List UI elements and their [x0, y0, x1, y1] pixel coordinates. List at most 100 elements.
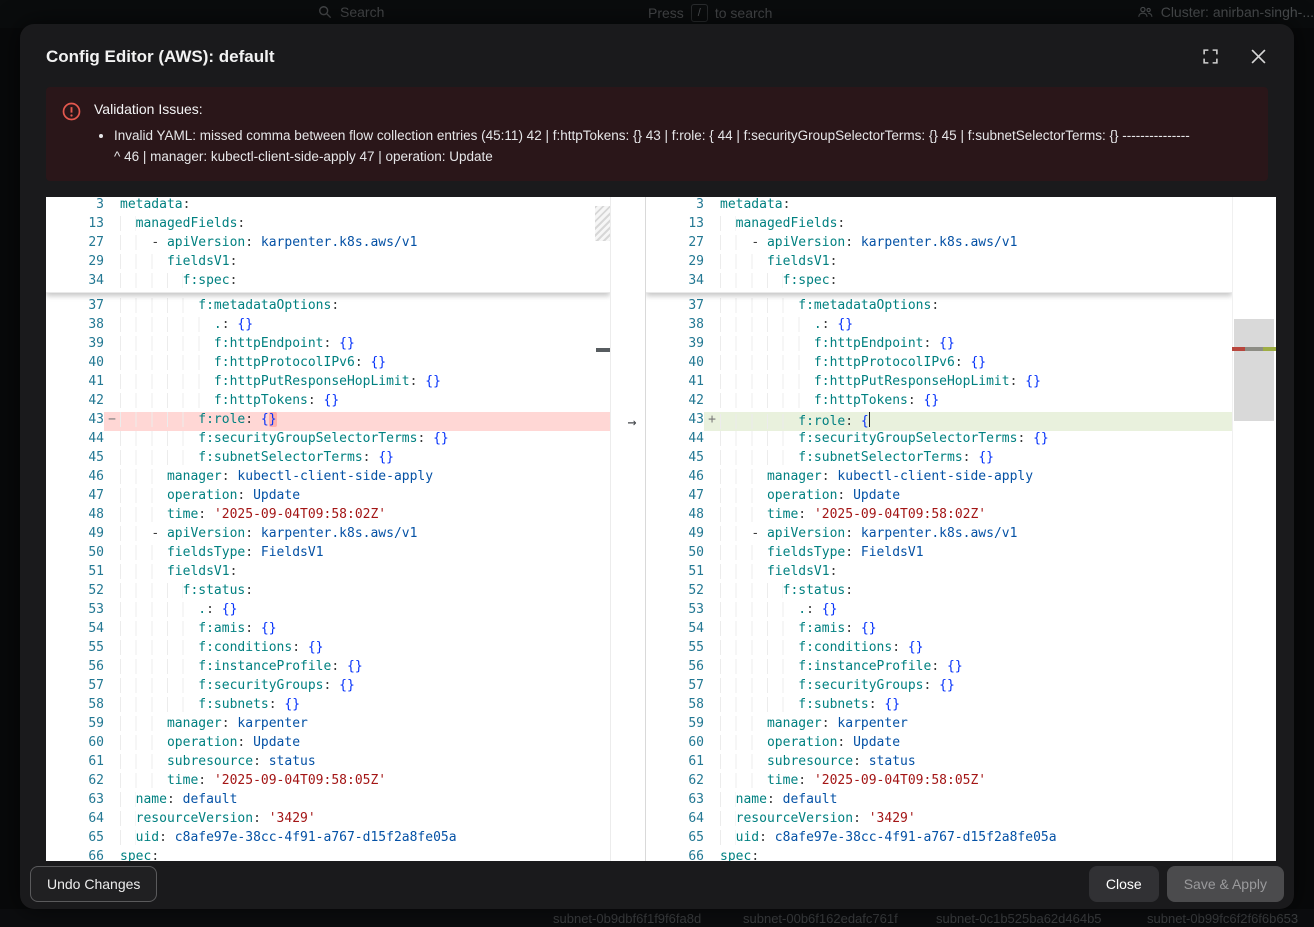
- line-code[interactable]: f:role: {: [720, 412, 870, 431]
- code-line[interactable]: 47 operation: Update: [46, 488, 610, 507]
- line-code[interactable]: managedFields:: [720, 216, 845, 235]
- line-number[interactable]: 44: [646, 431, 704, 450]
- line-body[interactable]: f:spec:: [104, 273, 610, 292]
- code-line[interactable]: 41 f:httpPutResponseHopLimit: {}: [46, 374, 610, 393]
- line-number[interactable]: 47: [46, 488, 104, 507]
- line-number[interactable]: 57: [646, 678, 704, 697]
- line-number[interactable]: 44: [46, 431, 104, 450]
- line-body[interactable]: f:metadataOptions:: [104, 298, 610, 317]
- line-number[interactable]: 45: [46, 450, 104, 469]
- line-code[interactable]: f:subnetSelectorTerms: {}: [120, 450, 394, 469]
- line-number[interactable]: 49: [46, 526, 104, 545]
- line-body[interactable]: fieldsV1:: [704, 254, 1232, 273]
- expand-button[interactable]: [1198, 44, 1223, 69]
- line-body[interactable]: f:conditions: {}: [104, 640, 610, 659]
- code-line[interactable]: 58 f:subnets: {}: [46, 697, 610, 716]
- line-number[interactable]: 38: [646, 317, 704, 336]
- code-line[interactable]: 52 f:status:: [46, 583, 610, 602]
- code-line[interactable]: 46 manager: kubectl-client-side-apply: [646, 469, 1232, 488]
- line-body[interactable]: f:subnetSelectorTerms: {}: [104, 450, 610, 469]
- line-body[interactable]: name: default: [104, 792, 610, 811]
- line-body[interactable]: uid: c8afe97e-38cc-4f91-a767-d15f2a8fe05…: [104, 830, 610, 849]
- line-code[interactable]: f:amis: {}: [120, 621, 277, 640]
- code-line[interactable]: 61 subresource: status: [646, 754, 1232, 773]
- line-body[interactable]: operation: Update: [704, 735, 1232, 754]
- line-code[interactable]: f:subnets: {}: [720, 697, 900, 716]
- line-number[interactable]: 56: [46, 659, 104, 678]
- line-number[interactable]: 58: [646, 697, 704, 716]
- code-line[interactable]: 3metadata:: [46, 197, 610, 216]
- code-line[interactable]: 54 f:amis: {}: [46, 621, 610, 640]
- code-line[interactable]: 52 f:status:: [646, 583, 1232, 602]
- line-code[interactable]: resourceVersion: '3429': [120, 811, 316, 830]
- line-code[interactable]: subresource: status: [120, 754, 316, 773]
- line-code[interactable]: - apiVersion: karpenter.k8s.aws/v1: [720, 526, 1017, 545]
- line-body[interactable]: time: '2025-09-04T09:58:05Z': [104, 773, 610, 792]
- line-number[interactable]: 48: [646, 507, 704, 526]
- line-number[interactable]: 40: [46, 355, 104, 374]
- line-number[interactable]: 34: [646, 273, 704, 292]
- line-code[interactable]: .: {}: [720, 602, 837, 621]
- code-line[interactable]: 34 f:spec:: [646, 273, 1232, 292]
- line-code[interactable]: time: '2025-09-04T09:58:02Z': [120, 507, 386, 526]
- line-body[interactable]: f:httpEndpoint: {}: [104, 336, 610, 355]
- line-body[interactable]: time: '2025-09-04T09:58:05Z': [704, 773, 1232, 792]
- line-code[interactable]: operation: Update: [120, 488, 300, 507]
- line-code[interactable]: time: '2025-09-04T09:58:05Z': [120, 773, 386, 792]
- line-number[interactable]: 53: [46, 602, 104, 621]
- code-line[interactable]: 66spec:: [46, 849, 610, 861]
- line-body[interactable]: f:httpProtocolIPv6: {}: [104, 355, 610, 374]
- code-content[interactable]: 37 f:metadataOptions:38 .: {}39 f:httpEn…: [46, 292, 610, 861]
- code-line[interactable]: 64 resourceVersion: '3429': [46, 811, 610, 830]
- code-line[interactable]: 62 time: '2025-09-04T09:58:05Z': [646, 773, 1232, 792]
- line-number[interactable]: 42: [646, 393, 704, 412]
- line-body[interactable]: f:amis: {}: [704, 621, 1232, 640]
- line-body[interactable]: fieldsV1:: [704, 564, 1232, 583]
- line-code[interactable]: f:instanceProfile: {}: [120, 659, 363, 678]
- line-code[interactable]: operation: Update: [720, 488, 900, 507]
- code-line[interactable]: 57 f:securityGroups: {}: [46, 678, 610, 697]
- line-body[interactable]: f:securityGroups: {}: [104, 678, 610, 697]
- line-number[interactable]: 65: [46, 830, 104, 849]
- code-line[interactable]: 60 operation: Update: [646, 735, 1232, 754]
- line-number[interactable]: 53: [646, 602, 704, 621]
- line-number[interactable]: 29: [646, 254, 704, 273]
- code-line[interactable]: 59 manager: karpenter: [646, 716, 1232, 735]
- code-line[interactable]: 13 managedFields:: [646, 216, 1232, 235]
- code-line[interactable]: 38 .: {}: [46, 317, 610, 336]
- line-body[interactable]: f:httpProtocolIPv6: {}: [704, 355, 1232, 374]
- line-code[interactable]: metadata:: [120, 197, 190, 216]
- line-code[interactable]: - apiVersion: karpenter.k8s.aws/v1: [720, 235, 1017, 254]
- line-body[interactable]: f:spec:: [704, 273, 1232, 292]
- line-body[interactable]: f:httpTokens: {}: [704, 393, 1232, 412]
- scrollbar-thumb[interactable]: [1234, 319, 1274, 421]
- line-code[interactable]: fieldsType: FieldsV1: [720, 545, 924, 564]
- line-body[interactable]: .: {}: [104, 317, 610, 336]
- line-number[interactable]: 3: [646, 197, 704, 216]
- code-line[interactable]: 65 uid: c8afe97e-38cc-4f91-a767-d15f2a8f…: [646, 830, 1232, 849]
- line-code[interactable]: f:httpProtocolIPv6: {}: [120, 355, 386, 374]
- code-line[interactable]: 63 name: default: [646, 792, 1232, 811]
- line-body[interactable]: - apiVersion: karpenter.k8s.aws/v1: [104, 526, 610, 545]
- code-line[interactable]: 47 operation: Update: [646, 488, 1232, 507]
- diff-original-pane[interactable]: 3metadata:13 managedFields:27 - apiVersi…: [46, 197, 610, 861]
- line-body[interactable]: f:subnets: {}: [104, 697, 610, 716]
- code-line[interactable]: 39 f:httpEndpoint: {}: [46, 336, 610, 355]
- line-code[interactable]: .: {}: [120, 602, 237, 621]
- line-code[interactable]: uid: c8afe97e-38cc-4f91-a767-d15f2a8fe05…: [120, 830, 457, 849]
- line-body[interactable]: operation: Update: [104, 735, 610, 754]
- line-code[interactable]: f:metadataOptions:: [720, 298, 939, 317]
- code-line[interactable]: 50 fieldsType: FieldsV1: [46, 545, 610, 564]
- line-body[interactable]: subresource: status: [704, 754, 1232, 773]
- line-body[interactable]: uid: c8afe97e-38cc-4f91-a767-d15f2a8fe05…: [704, 830, 1232, 849]
- code-line[interactable]: 62 time: '2025-09-04T09:58:05Z': [46, 773, 610, 792]
- line-code[interactable]: manager: kubectl-client-side-apply: [120, 469, 433, 488]
- line-code[interactable]: resourceVersion: '3429': [720, 811, 916, 830]
- line-body[interactable]: spec:: [704, 849, 1232, 861]
- line-code[interactable]: subresource: status: [720, 754, 916, 773]
- line-code[interactable]: spec:: [720, 849, 759, 861]
- line-number[interactable]: 50: [46, 545, 104, 564]
- line-body[interactable]: f:httpTokens: {}: [104, 393, 610, 412]
- line-body[interactable]: name: default: [704, 792, 1232, 811]
- line-number[interactable]: 13: [46, 216, 104, 235]
